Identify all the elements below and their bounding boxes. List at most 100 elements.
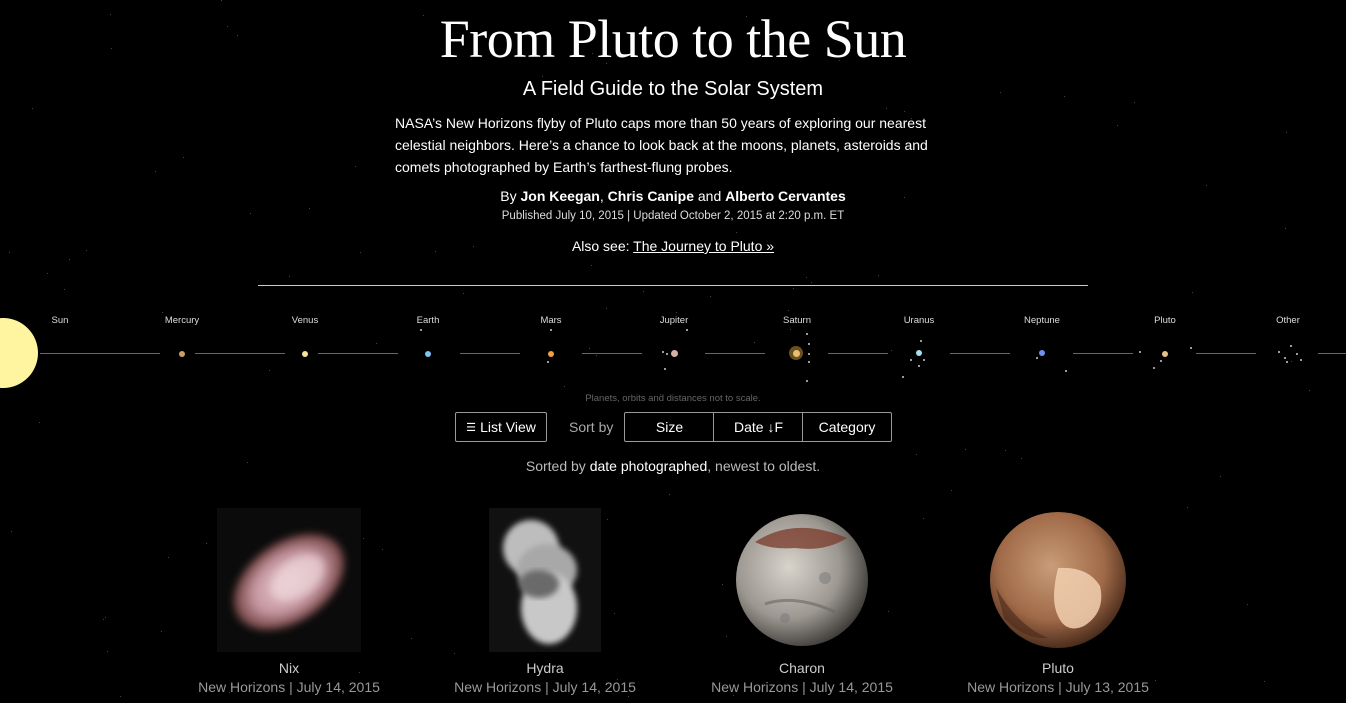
moon-icon [910,359,912,361]
moon-icon [547,361,549,363]
gallery-item-name: Nix [278,660,300,676]
star-dot [736,232,737,233]
star-dot [1005,450,1006,451]
hydra-image [489,508,601,652]
sort-status-suffix: , newest to oldest. [707,458,821,474]
orbit-label: Neptune [1024,315,1060,326]
moon-icon [686,329,688,331]
sort-date-button[interactable]: Date ↓F [713,412,803,442]
orbit-stop-neptune[interactable]: Neptune [992,315,1092,326]
page-subtitle: A Field Guide to the Solar System [522,78,824,100]
orbit-line [1318,353,1346,354]
neptune-icon[interactable] [1039,350,1045,356]
star-dot [1187,507,1188,508]
star-dot [107,651,108,652]
journey-to-pluto-link[interactable]: The Journey to Pluto » [633,238,774,254]
orbit-label: Sun [51,315,69,326]
moon-icon [918,365,920,367]
star-dot [628,696,629,697]
gallery-item-nix[interactable]: Nix New Horizons | July 14, 2015 [174,508,404,695]
list-view-label: List View [480,419,536,435]
saturn-icon[interactable] [793,350,800,357]
star-dot [788,310,789,311]
gallery-item-charon[interactable]: Charon New Horizons | July 14, 2015 [687,508,917,695]
star-dot [916,454,917,455]
gallery-item-hydra[interactable]: Hydra New Horizons | July 14, 2015 [430,508,660,695]
orbit-stop-sun[interactable]: Sun [10,315,110,326]
moon-icon [1160,360,1162,362]
star-dot [806,277,807,278]
star-dot [120,696,121,697]
star-dot [105,617,106,618]
star-dot [923,518,924,519]
gallery-item-name: Charon [779,660,825,676]
star-dot [669,494,670,495]
star-dot [103,619,104,620]
mercury-icon[interactable] [179,351,185,357]
orbit-line [828,353,888,354]
orbit-stop-saturn[interactable]: Saturn [747,315,847,326]
star-dot [221,0,222,1]
orbit-stop-other[interactable]: Other [1238,315,1338,326]
orbit-stop-earth[interactable]: Earth [378,315,478,326]
star-dot [162,312,163,313]
sort-size-button[interactable]: Size [624,412,714,442]
orbit-stop-uranus[interactable]: Uranus [869,315,969,326]
star-dot [1192,292,1193,293]
star-dot [47,273,48,274]
earth-icon[interactable] [425,351,431,357]
moon-icon [664,368,666,370]
byline-prefix: By [500,188,517,204]
moon-icon [808,361,810,363]
star-dot [676,312,677,313]
orbit-label: Earth [416,315,440,326]
solar-system-orbit-nav: Sun Mercury Venus Earth Mars Jupiter Sat… [0,315,1346,405]
star-dot [155,171,156,172]
page-title: From Pluto to the Sun [439,9,907,69]
orbit-stop-jupiter[interactable]: Jupiter [624,315,724,326]
orbit-stop-mercury[interactable]: Mercury [132,315,232,326]
moon-icon [923,359,925,361]
star-dot [1117,125,1118,126]
byline: By Jon Keegan, Chris Canipe and Alberto … [0,188,1346,204]
venus-icon[interactable] [302,351,308,357]
orbit-stop-mars[interactable]: Mars [501,315,601,326]
orbit-label: Pluto [1154,315,1176,326]
byline-separator: , [599,188,604,204]
moon-icon [902,376,904,378]
author-name[interactable]: Chris Canipe [608,188,694,204]
star-dot [1285,228,1286,229]
sort-category-button[interactable]: Category [802,412,892,442]
star-dot [951,490,952,491]
star-dot [886,108,887,109]
star-dot [168,557,169,558]
star-dot [454,653,455,654]
sort-status-prefix: Sorted by [525,458,586,474]
orbit-stop-pluto[interactable]: Pluto [1115,315,1215,326]
orbit-line [705,353,765,354]
also-see: Also see: The Journey to Pluto » [0,238,1346,254]
star-dot [606,308,607,309]
star-dot [643,291,644,292]
star-dot [733,695,734,696]
list-view-button[interactable]: ☰ List View [455,412,547,442]
jupiter-icon[interactable] [671,350,678,357]
pluto-icon[interactable] [1162,351,1168,357]
author-name[interactable]: Alberto Cervantes [725,188,846,204]
star-dot [161,631,162,632]
mars-icon[interactable] [548,351,554,357]
orbit-line [195,353,285,354]
star-dot [183,157,184,158]
star-dot [811,282,812,283]
moon-icon [420,329,422,331]
gallery-item-pluto[interactable]: Pluto New Horizons | July 13, 2015 [943,508,1173,695]
author-name[interactable]: Jon Keegan [521,188,600,204]
uranus-icon[interactable] [916,350,922,356]
nix-image [217,508,361,652]
moon-icon [808,353,810,355]
orbit-stop-venus[interactable]: Venus [255,315,355,326]
moon-icon [1065,370,1067,372]
also-see-prefix: Also see: [571,238,630,254]
asteroid-icon [1290,345,1292,347]
orbit-label: Mars [540,315,562,326]
